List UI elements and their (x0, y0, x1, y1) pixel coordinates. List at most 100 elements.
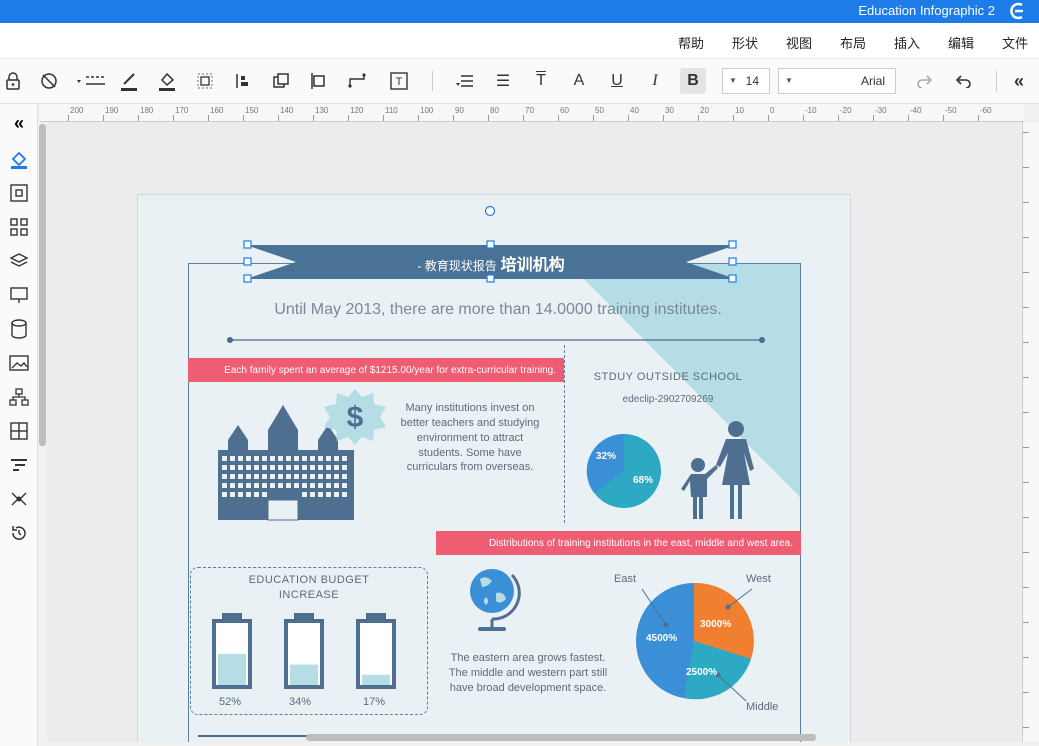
group-icon[interactable] (192, 68, 218, 94)
building-window (222, 492, 227, 497)
menu-shape[interactable]: 形状 (732, 33, 758, 52)
text-style-icon[interactable]: T (528, 68, 554, 94)
building-window (286, 465, 291, 470)
gantt-icon[interactable] (8, 454, 30, 476)
headline: Until May 2013, there are more than 14.0… (274, 301, 722, 318)
chevron-down-icon: ▼ (785, 76, 793, 85)
ruler-tick (1023, 412, 1029, 413)
collapse-toolbar-icon[interactable]: « (1006, 68, 1032, 94)
widget-icon[interactable] (8, 420, 30, 442)
ruler-label: 120 (350, 106, 364, 115)
ruler-label: -10 (805, 106, 817, 115)
budget-value-3: 17% (362, 696, 386, 708)
headline-divider (227, 337, 765, 343)
infographic-page[interactable]: - 教育现状报告 培训机构 Until May 2013, there are … (137, 194, 851, 742)
battery-fill (362, 674, 390, 685)
selection-handles[interactable] (242, 205, 742, 287)
ruler-tick (1023, 552, 1029, 553)
window-title: Education Infographic 2 (858, 3, 995, 18)
connector-icon[interactable] (344, 68, 370, 94)
shape-library-icon[interactable] (8, 182, 30, 204)
parent-child-icon (681, 421, 754, 519)
line-style-icon[interactable] (74, 68, 108, 94)
ruler-tick (768, 115, 769, 121)
collapse-panel-icon[interactable]: « (8, 112, 30, 134)
menu-file[interactable]: 文件 (1002, 33, 1028, 52)
align-icon[interactable]: ☰ (490, 68, 516, 94)
fill-icon[interactable] (8, 148, 30, 170)
redo-icon[interactable] (912, 68, 938, 94)
building-window (318, 456, 323, 461)
region-value-east: 4500% (646, 633, 678, 644)
mindmap-icon[interactable] (8, 488, 30, 510)
ruler-label: 30 (665, 106, 674, 115)
building-window (270, 474, 275, 479)
ruler-label: -20 (840, 106, 852, 115)
distribution-bar: Distributions of training institutions i… (436, 531, 801, 555)
presentation-icon[interactable] (8, 284, 30, 306)
menu-insert[interactable]: 插入 (894, 33, 920, 52)
lock-icon[interactable] (0, 68, 26, 94)
drawing-canvas[interactable]: - 教育现状报告 培训机构 Until May 2013, there are … (47, 122, 1022, 742)
ruler-tick (68, 115, 69, 121)
font-family-select[interactable]: Arial ▼ (778, 68, 896, 94)
svg-text:$: $ (347, 401, 364, 434)
org-chart-icon[interactable] (8, 386, 30, 408)
ruler-label: 80 (490, 106, 499, 115)
building-window (222, 465, 227, 470)
undo-icon[interactable] (950, 68, 976, 94)
building-window (238, 474, 243, 479)
menu-layout[interactable]: 布局 (840, 33, 866, 52)
arrange-icon[interactable] (268, 68, 294, 94)
ruler-label: 170 (175, 106, 189, 115)
building-window (302, 474, 307, 479)
data-icon[interactable] (8, 318, 30, 340)
building-window (278, 456, 283, 461)
chevron-down-icon: ▼ (729, 76, 737, 85)
line-color-icon[interactable] (116, 68, 142, 94)
battery-fill (218, 653, 246, 685)
building-window (342, 465, 347, 470)
ruler-label: 20 (700, 106, 709, 115)
grid-icon[interactable] (8, 216, 30, 238)
section-divider (564, 345, 565, 523)
no-fill-icon[interactable] (36, 68, 62, 94)
menu-edit[interactable]: 编辑 (948, 33, 974, 52)
distribute-icon[interactable] (230, 68, 256, 94)
ruler-label: 160 (210, 106, 224, 115)
text-box-icon[interactable]: T (386, 68, 412, 94)
building-window (238, 465, 243, 470)
font-color-icon[interactable]: A (566, 68, 592, 94)
ruler-tick (873, 115, 874, 121)
vertical-scrollbar[interactable] (39, 124, 46, 446)
ruler-tick (173, 115, 174, 121)
region-value-west: 3000% (700, 619, 732, 630)
ruler-tick (1023, 657, 1029, 658)
title-bar: Education Infographic 2 (0, 0, 1039, 23)
italic-button[interactable]: I (642, 68, 668, 94)
building-window (302, 465, 307, 470)
ruler-label: 140 (280, 106, 294, 115)
menu-help[interactable]: 帮助 (678, 33, 704, 52)
ruler-tick (1023, 447, 1029, 448)
building-window (342, 456, 347, 461)
horizontal-scrollbar[interactable] (306, 734, 816, 741)
underline-button[interactable]: U (604, 68, 630, 94)
building-window (294, 483, 299, 488)
institutions-text: Many institutions invest on better teach… (400, 402, 540, 474)
building-window (310, 465, 315, 470)
bold-button[interactable]: B (680, 68, 706, 94)
budget-value-1: 52% (218, 696, 242, 708)
ruler-label: 40 (630, 106, 639, 115)
menu-view[interactable]: 视图 (786, 33, 812, 52)
building-window (342, 492, 347, 497)
history-icon[interactable] (8, 522, 30, 544)
font-size-select[interactable]: 14 ▼ (722, 68, 770, 94)
fill-color-icon[interactable] (154, 68, 180, 94)
building-window (326, 456, 331, 461)
align-left-icon[interactable] (306, 68, 332, 94)
building-window (254, 474, 259, 479)
image-icon[interactable] (8, 352, 30, 374)
line-spacing-icon[interactable] (452, 68, 478, 94)
layers-icon[interactable] (8, 250, 30, 272)
